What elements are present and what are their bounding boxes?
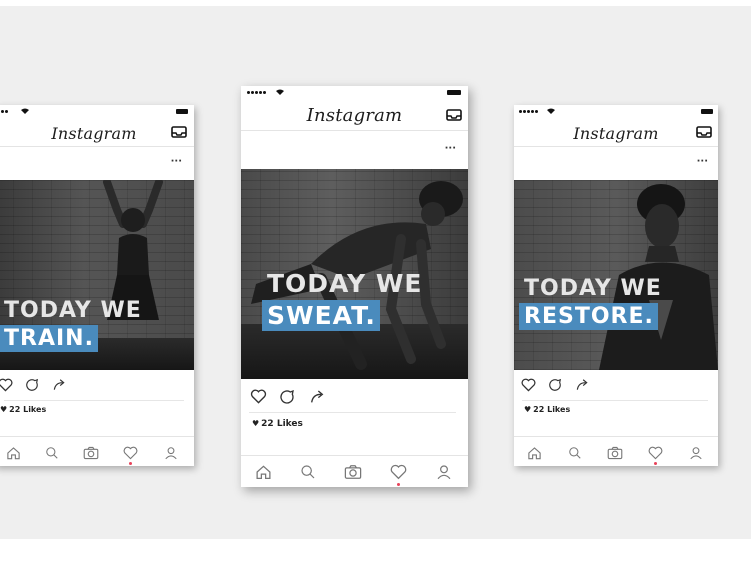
profile-icon[interactable] [689, 446, 703, 460]
phone-mockup-right: Instagram ··· TODAY WE RESTORE. ♥ 22 Like… [514, 105, 718, 466]
comment-icon[interactable] [548, 378, 562, 392]
notification-dot [397, 483, 400, 486]
battery-icon [701, 109, 713, 114]
app-header: Instagram [241, 99, 468, 131]
post-image: TODAY WE TRAIN. [0, 180, 194, 370]
likes-heart-icon: ♥ [252, 419, 260, 428]
headline-line1: TODAY WE [524, 276, 662, 301]
post-actions [0, 375, 194, 397]
post-image: TODAY WE RESTORE. [514, 180, 718, 370]
likes-count: ♥ 22 Likes [524, 405, 571, 414]
heart-icon[interactable] [250, 389, 267, 404]
inbox-icon[interactable] [171, 126, 187, 138]
likes-count: ♥ 22 Likes [0, 405, 47, 414]
wifi-icon [276, 89, 284, 95]
app-logo: Instagram [306, 105, 403, 126]
post-headline: TODAY WE SWEAT. [262, 269, 468, 331]
activity-heart-icon[interactable] [390, 464, 407, 480]
search-icon[interactable] [568, 446, 582, 460]
post-divider [4, 400, 184, 401]
home-icon[interactable] [255, 464, 272, 480]
search-icon[interactable] [300, 464, 316, 480]
signal-dots-icon [519, 110, 538, 113]
comment-icon[interactable] [279, 389, 295, 405]
profile-icon[interactable] [436, 464, 452, 480]
more-options-button[interactable]: ··· [171, 157, 182, 167]
share-icon[interactable] [575, 378, 589, 392]
app-header: Instagram [0, 117, 194, 147]
phone-mockup-center: Instagram ··· TODAY WE SWEAT. ♥ 22 Likes [241, 86, 468, 487]
headline-line1: TODAY WE [267, 269, 423, 298]
bottom-tab-bar [241, 455, 468, 487]
post-image: TODAY WE SWEAT. [241, 169, 468, 379]
app-logo: Instagram [51, 124, 137, 143]
app-logo: Instagram [573, 124, 659, 143]
search-icon[interactable] [45, 446, 59, 460]
likes-heart-icon: ♥ [0, 405, 8, 414]
camera-icon[interactable] [607, 446, 623, 460]
notification-dot [129, 462, 132, 465]
status-bar [241, 86, 468, 100]
more-options-button[interactable]: ··· [697, 157, 708, 167]
heart-icon[interactable] [521, 378, 536, 392]
more-options-button[interactable]: ··· [445, 144, 456, 154]
camera-icon[interactable] [83, 446, 99, 460]
headline-line2: TRAIN. [0, 325, 98, 352]
home-icon[interactable] [6, 446, 21, 460]
athlete-figure [599, 184, 718, 370]
post-headline: TODAY WE TRAIN. [0, 298, 194, 352]
notification-dot [654, 462, 657, 465]
app-header: Instagram [514, 117, 718, 147]
post-actions [241, 386, 468, 408]
wifi-icon [547, 108, 555, 114]
likes-heart-icon: ♥ [524, 405, 532, 414]
share-icon[interactable] [52, 378, 66, 392]
profile-icon[interactable] [164, 446, 178, 460]
signal-dots-icon [0, 110, 8, 113]
bottom-border [0, 539, 751, 565]
headline-line2: RESTORE. [519, 303, 658, 330]
wifi-icon [21, 108, 29, 114]
heart-icon[interactable] [0, 378, 13, 392]
comment-icon[interactable] [25, 378, 39, 392]
activity-heart-icon[interactable] [123, 446, 138, 460]
top-border [0, 0, 751, 6]
battery-icon [447, 90, 461, 95]
activity-heart-icon[interactable] [648, 446, 663, 460]
camera-icon[interactable] [344, 464, 362, 480]
bottom-tab-bar [514, 436, 718, 466]
phone-mockup-left: Instagram ··· TODAY WE TRAIN. ♥ 22 Likes [0, 105, 194, 466]
post-divider [522, 400, 708, 401]
post-headline: TODAY WE RESTORE. [519, 276, 718, 330]
bottom-tab-bar [0, 436, 194, 466]
battery-icon [176, 109, 188, 114]
signal-dots-icon [247, 91, 266, 94]
post-divider [249, 412, 456, 413]
post-actions [514, 375, 718, 397]
inbox-icon[interactable] [446, 109, 462, 121]
inbox-icon[interactable] [696, 126, 712, 138]
headline-line2: SWEAT. [262, 300, 380, 331]
share-icon[interactable] [309, 389, 325, 405]
home-icon[interactable] [527, 446, 542, 460]
likes-count: ♥ 22 Likes [252, 419, 303, 429]
headline-line1: TODAY WE [4, 298, 142, 323]
